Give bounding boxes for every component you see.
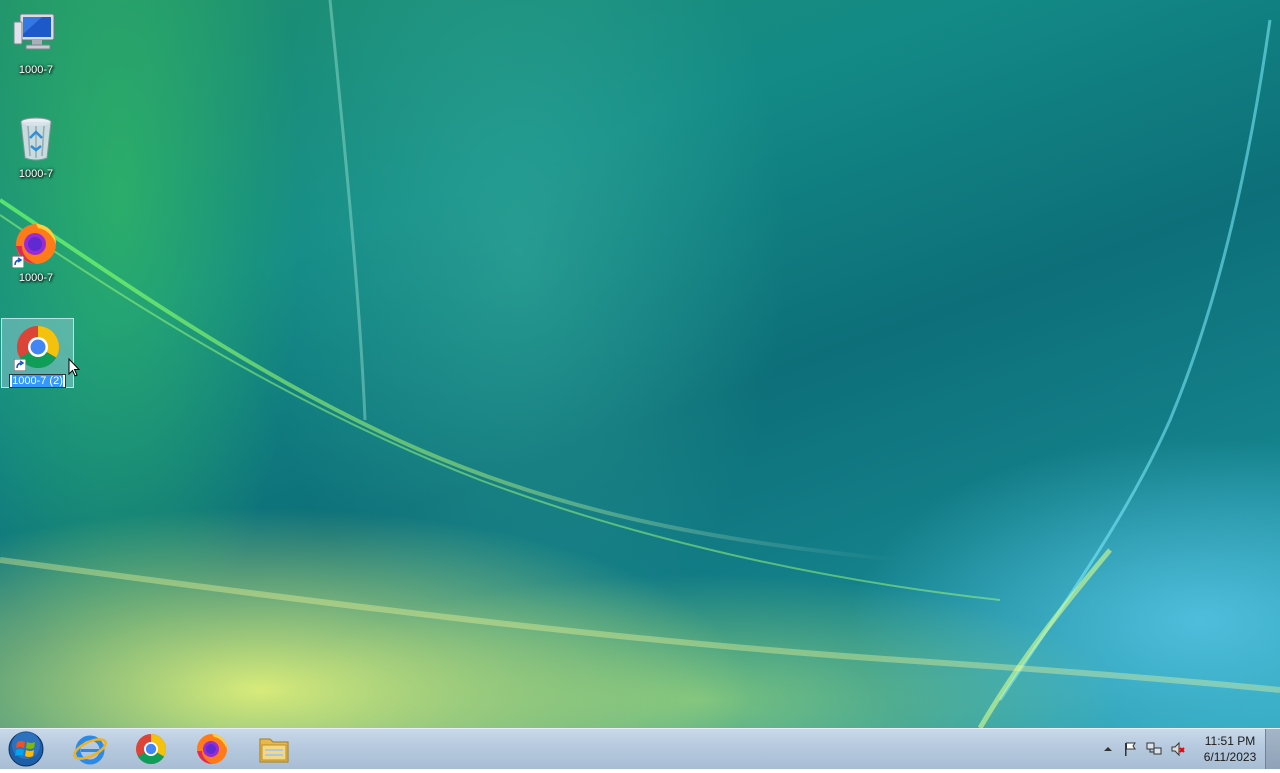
firefox-icon bbox=[197, 734, 227, 764]
volume-muted-icon[interactable] bbox=[1170, 741, 1186, 757]
taskbar-google-chrome[interactable] bbox=[125, 731, 177, 767]
firefox-icon bbox=[12, 220, 60, 268]
desktop-icon-firefox[interactable]: 1000-7 bbox=[0, 216, 72, 286]
taskbar-firefox[interactable] bbox=[186, 731, 238, 767]
shortcut-arrow-icon bbox=[12, 256, 24, 268]
desktop-icon-label: 1000-7 bbox=[18, 272, 54, 284]
desktop-wallpaper[interactable]: 1000-7 1000-7 1000-7 1000-7 (2) bbox=[0, 0, 1280, 728]
mouse-cursor-icon bbox=[68, 358, 80, 377]
clock-date: 6/11/2023 bbox=[1203, 750, 1257, 764]
computer-icon bbox=[12, 12, 60, 60]
windows-logo-icon bbox=[8, 731, 44, 767]
start-button[interactable] bbox=[3, 730, 49, 768]
internet-explorer-icon bbox=[73, 735, 107, 765]
desktop-icon-label: 1000-7 bbox=[18, 64, 54, 76]
chrome-icon bbox=[136, 734, 167, 765]
desktop-icon-label: 1000-7 bbox=[18, 168, 54, 180]
chrome-icon bbox=[13, 323, 62, 371]
show-hidden-icons-chevron-up-icon[interactable] bbox=[1100, 741, 1116, 757]
rename-textbox[interactable]: 1000-7 (2) bbox=[9, 374, 66, 388]
system-clock[interactable]: 11:51 PM 6/11/2023 bbox=[1190, 733, 1270, 765]
shortcut-arrow-icon bbox=[13, 359, 26, 371]
taskbar-internet-explorer[interactable] bbox=[64, 731, 116, 767]
desktop-icon-recycle-bin[interactable]: 1000-7 bbox=[0, 112, 72, 182]
taskbar-file-explorer[interactable] bbox=[248, 731, 300, 767]
wallpaper-light-streaks bbox=[0, 0, 1280, 728]
taskbar: 11:51 PM 6/11/2023 bbox=[0, 728, 1280, 769]
desktop-icon-chrome[interactable]: 1000-7 (2) bbox=[1, 318, 74, 388]
network-icon[interactable] bbox=[1146, 741, 1162, 757]
recycle-bin-icon bbox=[12, 116, 60, 164]
folder-icon bbox=[259, 738, 289, 763]
show-desktop-button[interactable] bbox=[1265, 729, 1280, 769]
desktop-icon-computer[interactable]: 1000-7 bbox=[0, 8, 72, 78]
clock-time: 11:51 PM bbox=[1204, 734, 1256, 748]
rename-selected-text: 1000-7 (2) bbox=[12, 375, 63, 387]
action-center-flag-icon[interactable] bbox=[1122, 741, 1138, 757]
